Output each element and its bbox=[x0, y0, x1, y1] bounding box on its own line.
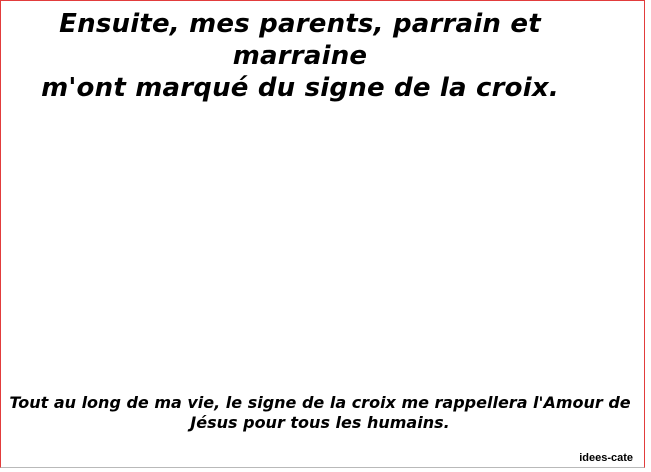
credit-label: idees-cate bbox=[579, 452, 633, 464]
heading-line-1: Ensuite, mes parents, parrain et marrain… bbox=[59, 9, 541, 71]
page-heading: Ensuite, mes parents, parrain et marrain… bbox=[0, 8, 600, 104]
footer-line-1: Tout au long de ma vie, le signe de la c… bbox=[9, 393, 631, 412]
footer-line-2: Jésus pour tous les humains. bbox=[190, 413, 450, 432]
footer-caption: Tout au long de ma vie, le signe de la c… bbox=[0, 393, 640, 433]
heading-line-2: m'ont marqué du signe de la croix. bbox=[41, 73, 559, 103]
